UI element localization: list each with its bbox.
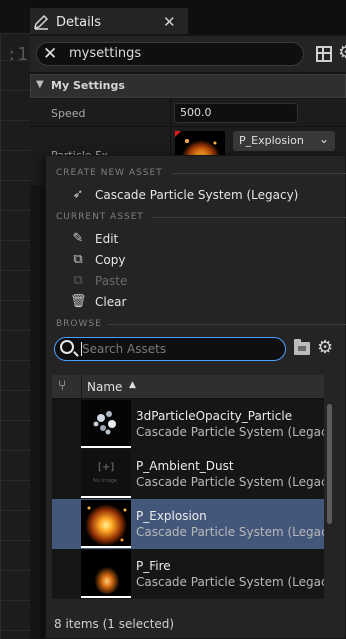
asset-list-scrollbar[interactable] (327, 404, 332, 524)
asset-thumbnail (81, 550, 131, 598)
asset-search-input[interactable] (82, 340, 272, 358)
menu-item-clear[interactable]: 🗑 Clear (46, 292, 345, 313)
gear-icon[interactable]: ⚙ (317, 337, 333, 358)
particle-system-icon: ➶ (72, 187, 84, 202)
search-icon (60, 340, 74, 354)
asset-type: Cascade Particle System (Legacy) (136, 475, 324, 489)
explosion-thumbnail-icon (81, 500, 131, 548)
menu-item-label: Paste (95, 274, 128, 288)
clear-search-icon[interactable]: ✕ (43, 44, 57, 64)
no-image-label: No Image (93, 478, 118, 484)
property-matrix-icon[interactable] (316, 46, 332, 62)
asset-combo-text: P_Explosion (239, 134, 304, 147)
section-create-new-asset: CREATE NEW ASSET (56, 168, 163, 178)
copy-icon: ⧉ (73, 252, 83, 267)
fire-thumbnail-icon (81, 550, 131, 598)
folder-icon[interactable] (294, 339, 310, 355)
section-divider (152, 217, 346, 218)
viewport-strip: :1 (0, 0, 30, 639)
thumbnail-bar (81, 496, 131, 498)
menu-item-paste[interactable]: ⧉ Paste (46, 271, 345, 292)
source-control-icon[interactable]: ⑂ (58, 378, 66, 394)
asset-thumbnail (81, 500, 131, 548)
thumbnail-bar (81, 546, 131, 548)
thumbnail-bar (81, 446, 131, 448)
chevron-down-icon: ⌄ (318, 132, 329, 146)
menu-item-label: Copy (95, 253, 126, 267)
search-query: mysettings (69, 46, 142, 61)
column-header-name[interactable]: Name (87, 380, 122, 394)
tab-bar: Details ✕ (30, 0, 346, 34)
asset-type: Cascade Particle System (Legacy) (136, 575, 324, 589)
category-my-settings[interactable]: ▼ My Settings (30, 74, 346, 98)
asset-row-3dparticleopacity[interactable]: 3dParticleOpacity_Particle Cascade Parti… (52, 399, 324, 449)
tab-details[interactable]: Details ✕ (30, 8, 188, 34)
section-browse: BROWSE (56, 319, 102, 329)
property-row-speed: Speed 500.0 (30, 99, 346, 127)
settings-icon-edge[interactable]: ⚙ (338, 42, 346, 63)
asset-thumbnail: [+] No Image (81, 450, 131, 498)
asset-name: P_Ambient_Dust (136, 459, 234, 473)
trash-icon: 🗑 (70, 294, 87, 309)
column-divider (81, 375, 82, 398)
status-text: 8 items (1 selected) (54, 617, 175, 631)
asset-list: 3dParticleOpacity_Particle Cascade Parti… (52, 399, 324, 599)
paste-icon: ⧉ (73, 273, 83, 288)
menu-item-label: Edit (95, 232, 119, 246)
sort-ascending-icon: ▲ (129, 380, 136, 390)
asset-list-header: ⑂ Name ▲ (52, 375, 324, 399)
particle-opacity-thumbnail-icon (81, 400, 131, 448)
asset-thumbnail (81, 400, 131, 448)
asset-picker-menu: CREATE NEW ASSET ➶ Cascade Particle Syst… (45, 155, 346, 639)
collapse-triangle-icon: ▼ (36, 79, 44, 90)
thumbnail-bar (81, 596, 131, 598)
viewport-edge-text: :1 (6, 44, 28, 65)
edit-icon: ✎ (72, 231, 84, 246)
asset-row-p-ambient-dust[interactable]: [+] No Image P_Ambient_Dust Cascade Part… (52, 449, 324, 499)
menu-item-label: Clear (95, 295, 127, 309)
menu-item-label: Cascade Particle System (Legacy) (95, 188, 299, 202)
menu-item-copy[interactable]: ⧉ Copy (46, 250, 345, 271)
asset-row-p-fire[interactable]: P_Fire Cascade Particle System (Legacy) (52, 549, 324, 599)
asset-combo-button[interactable]: P_Explosion ⌄ (233, 131, 335, 151)
pencil-icon (33, 14, 49, 30)
viewport-header (0, 0, 30, 34)
menu-item-create-cascade[interactable]: ➶ Cascade Particle System (Legacy) (46, 185, 345, 206)
close-icon[interactable]: ✕ (163, 13, 176, 31)
asset-name: P_Fire (136, 559, 171, 573)
asset-search-field[interactable] (54, 337, 286, 361)
column-divider (170, 99, 171, 126)
speed-field[interactable]: 500.0 (174, 103, 298, 123)
no-image-glyph: [+] (98, 462, 115, 473)
modified-corner (175, 131, 181, 137)
asset-row-p-explosion[interactable]: P_Explosion Cascade Particle System (Leg… (52, 499, 324, 549)
asset-type: Cascade Particle System (Legacy) (136, 425, 324, 439)
asset-name: P_Explosion (136, 509, 207, 523)
asset-type: Cascade Particle System (Legacy) (136, 525, 324, 539)
details-search-row: ✕ mysettings ⚙ (30, 36, 346, 72)
property-label: Speed (51, 107, 86, 120)
section-divider (172, 173, 346, 174)
menu-item-edit[interactable]: ✎ Edit (46, 229, 345, 250)
asset-name: 3dParticleOpacity_Particle (136, 409, 293, 423)
category-label: My Settings (51, 79, 125, 92)
tab-title: Details (56, 15, 102, 30)
details-search-input[interactable]: ✕ mysettings (36, 42, 304, 66)
section-divider (108, 324, 346, 325)
section-current-asset: CURRENT ASSET (56, 212, 144, 222)
